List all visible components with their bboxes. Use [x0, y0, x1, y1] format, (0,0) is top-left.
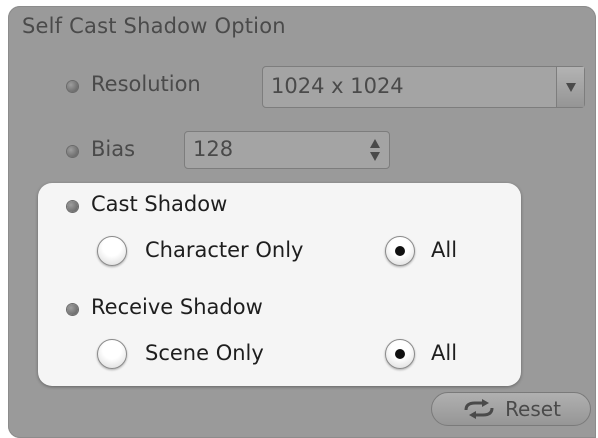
bullet-icon [67, 81, 78, 92]
character-only-label[interactable]: Character Only [145, 238, 303, 262]
refresh-arrows-icon [464, 399, 494, 419]
resolution-label: Resolution [91, 72, 201, 96]
radio-selected-indicator [395, 246, 405, 256]
resolution-value: 1024 x 1024 [271, 74, 404, 98]
bullet-icon [67, 304, 78, 315]
spin-arrows-icon[interactable] [369, 138, 381, 162]
chevron-down-icon [565, 82, 576, 92]
bias-value: 128 [193, 137, 234, 161]
panel-title: Self Cast Shadow Option [22, 14, 286, 38]
receive-shadow-label: Receive Shadow [91, 295, 263, 319]
radio-selected-indicator [395, 349, 405, 359]
bias-stepper[interactable]: 128 [184, 131, 390, 169]
reset-button[interactable]: Reset [431, 392, 591, 426]
character-only-radio[interactable] [97, 236, 127, 266]
receive-all-radio[interactable] [385, 339, 415, 369]
receive-all-label[interactable]: All [431, 341, 457, 365]
cast-all-label[interactable]: All [431, 238, 457, 262]
cast-shadow-label: Cast Shadow [91, 192, 228, 216]
bias-label: Bias [91, 137, 136, 161]
bullet-icon [67, 201, 78, 212]
dropdown-arrow-button[interactable] [556, 67, 584, 107]
reset-label: Reset [505, 397, 561, 421]
resolution-dropdown[interactable]: 1024 x 1024 [262, 66, 585, 108]
scene-only-radio[interactable] [97, 339, 127, 369]
scene-only-label[interactable]: Scene Only [145, 341, 264, 365]
cast-all-radio[interactable] [385, 236, 415, 266]
bullet-icon [67, 146, 78, 157]
